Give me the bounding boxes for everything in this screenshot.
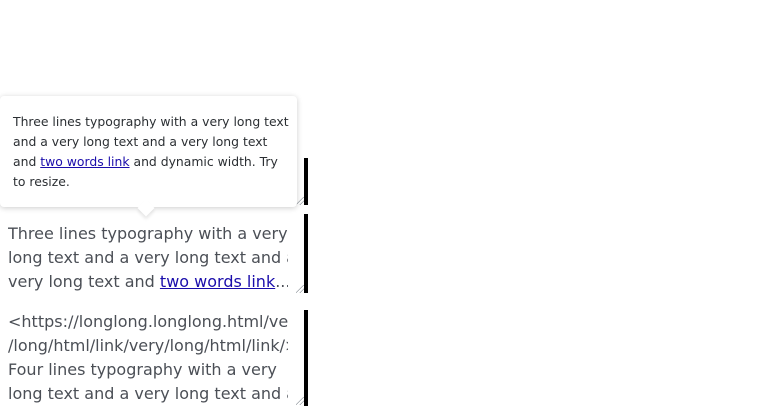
tooltip: Three lines typography with a very long …: [0, 96, 297, 217]
tooltip-line-4: to resize.: [13, 174, 70, 189]
block3-line-3: Four lines typography with a very: [8, 360, 277, 379]
tooltip-line-3-post: and dynamic width. Try: [129, 154, 278, 169]
block3-resize-grip[interactable]: [296, 397, 304, 405]
tooltip-two-words-link[interactable]: two words link: [40, 154, 129, 169]
block3-line-2: /long/html/link/very/long/html/link/>: [8, 336, 288, 355]
block1-resize-grip[interactable]: [296, 197, 304, 205]
tooltip-line-3: and two words link and dynamic width. Tr…: [13, 152, 285, 172]
block2-line-2: long text and a very long text and a: [8, 248, 288, 267]
tooltip-arrow: [137, 199, 155, 217]
block2-line-3-pre: very long text and: [8, 272, 160, 291]
tooltip-line-3-pre: and: [13, 154, 41, 169]
block2-resize-grip[interactable]: [296, 285, 304, 293]
block2-ellipsis: ...: [275, 272, 288, 291]
block2-line-1: Three lines typography with a very: [8, 224, 288, 243]
tooltip-line-2: and a very long text and a very long tex…: [13, 134, 268, 149]
typography-block-2: Three lines typography with a very long …: [0, 222, 288, 294]
block3-line-1: <https://longlong.longlong.html/very: [8, 312, 288, 331]
block2-resize-edge[interactable]: [304, 214, 308, 293]
typography-block-3: <https://longlong.longlong.html/very /lo…: [0, 310, 288, 406]
block3-resize-edge[interactable]: [304, 310, 308, 406]
block2-two-words-link[interactable]: two words link: [160, 272, 275, 291]
block3-line-4: long text and a very long text and a...: [8, 384, 288, 403]
tooltip-line-1: Three lines typography with a very long …: [13, 114, 289, 129]
block2-line-3: very long text and two words link...: [8, 270, 288, 294]
block1-resize-edge[interactable]: [304, 158, 308, 205]
